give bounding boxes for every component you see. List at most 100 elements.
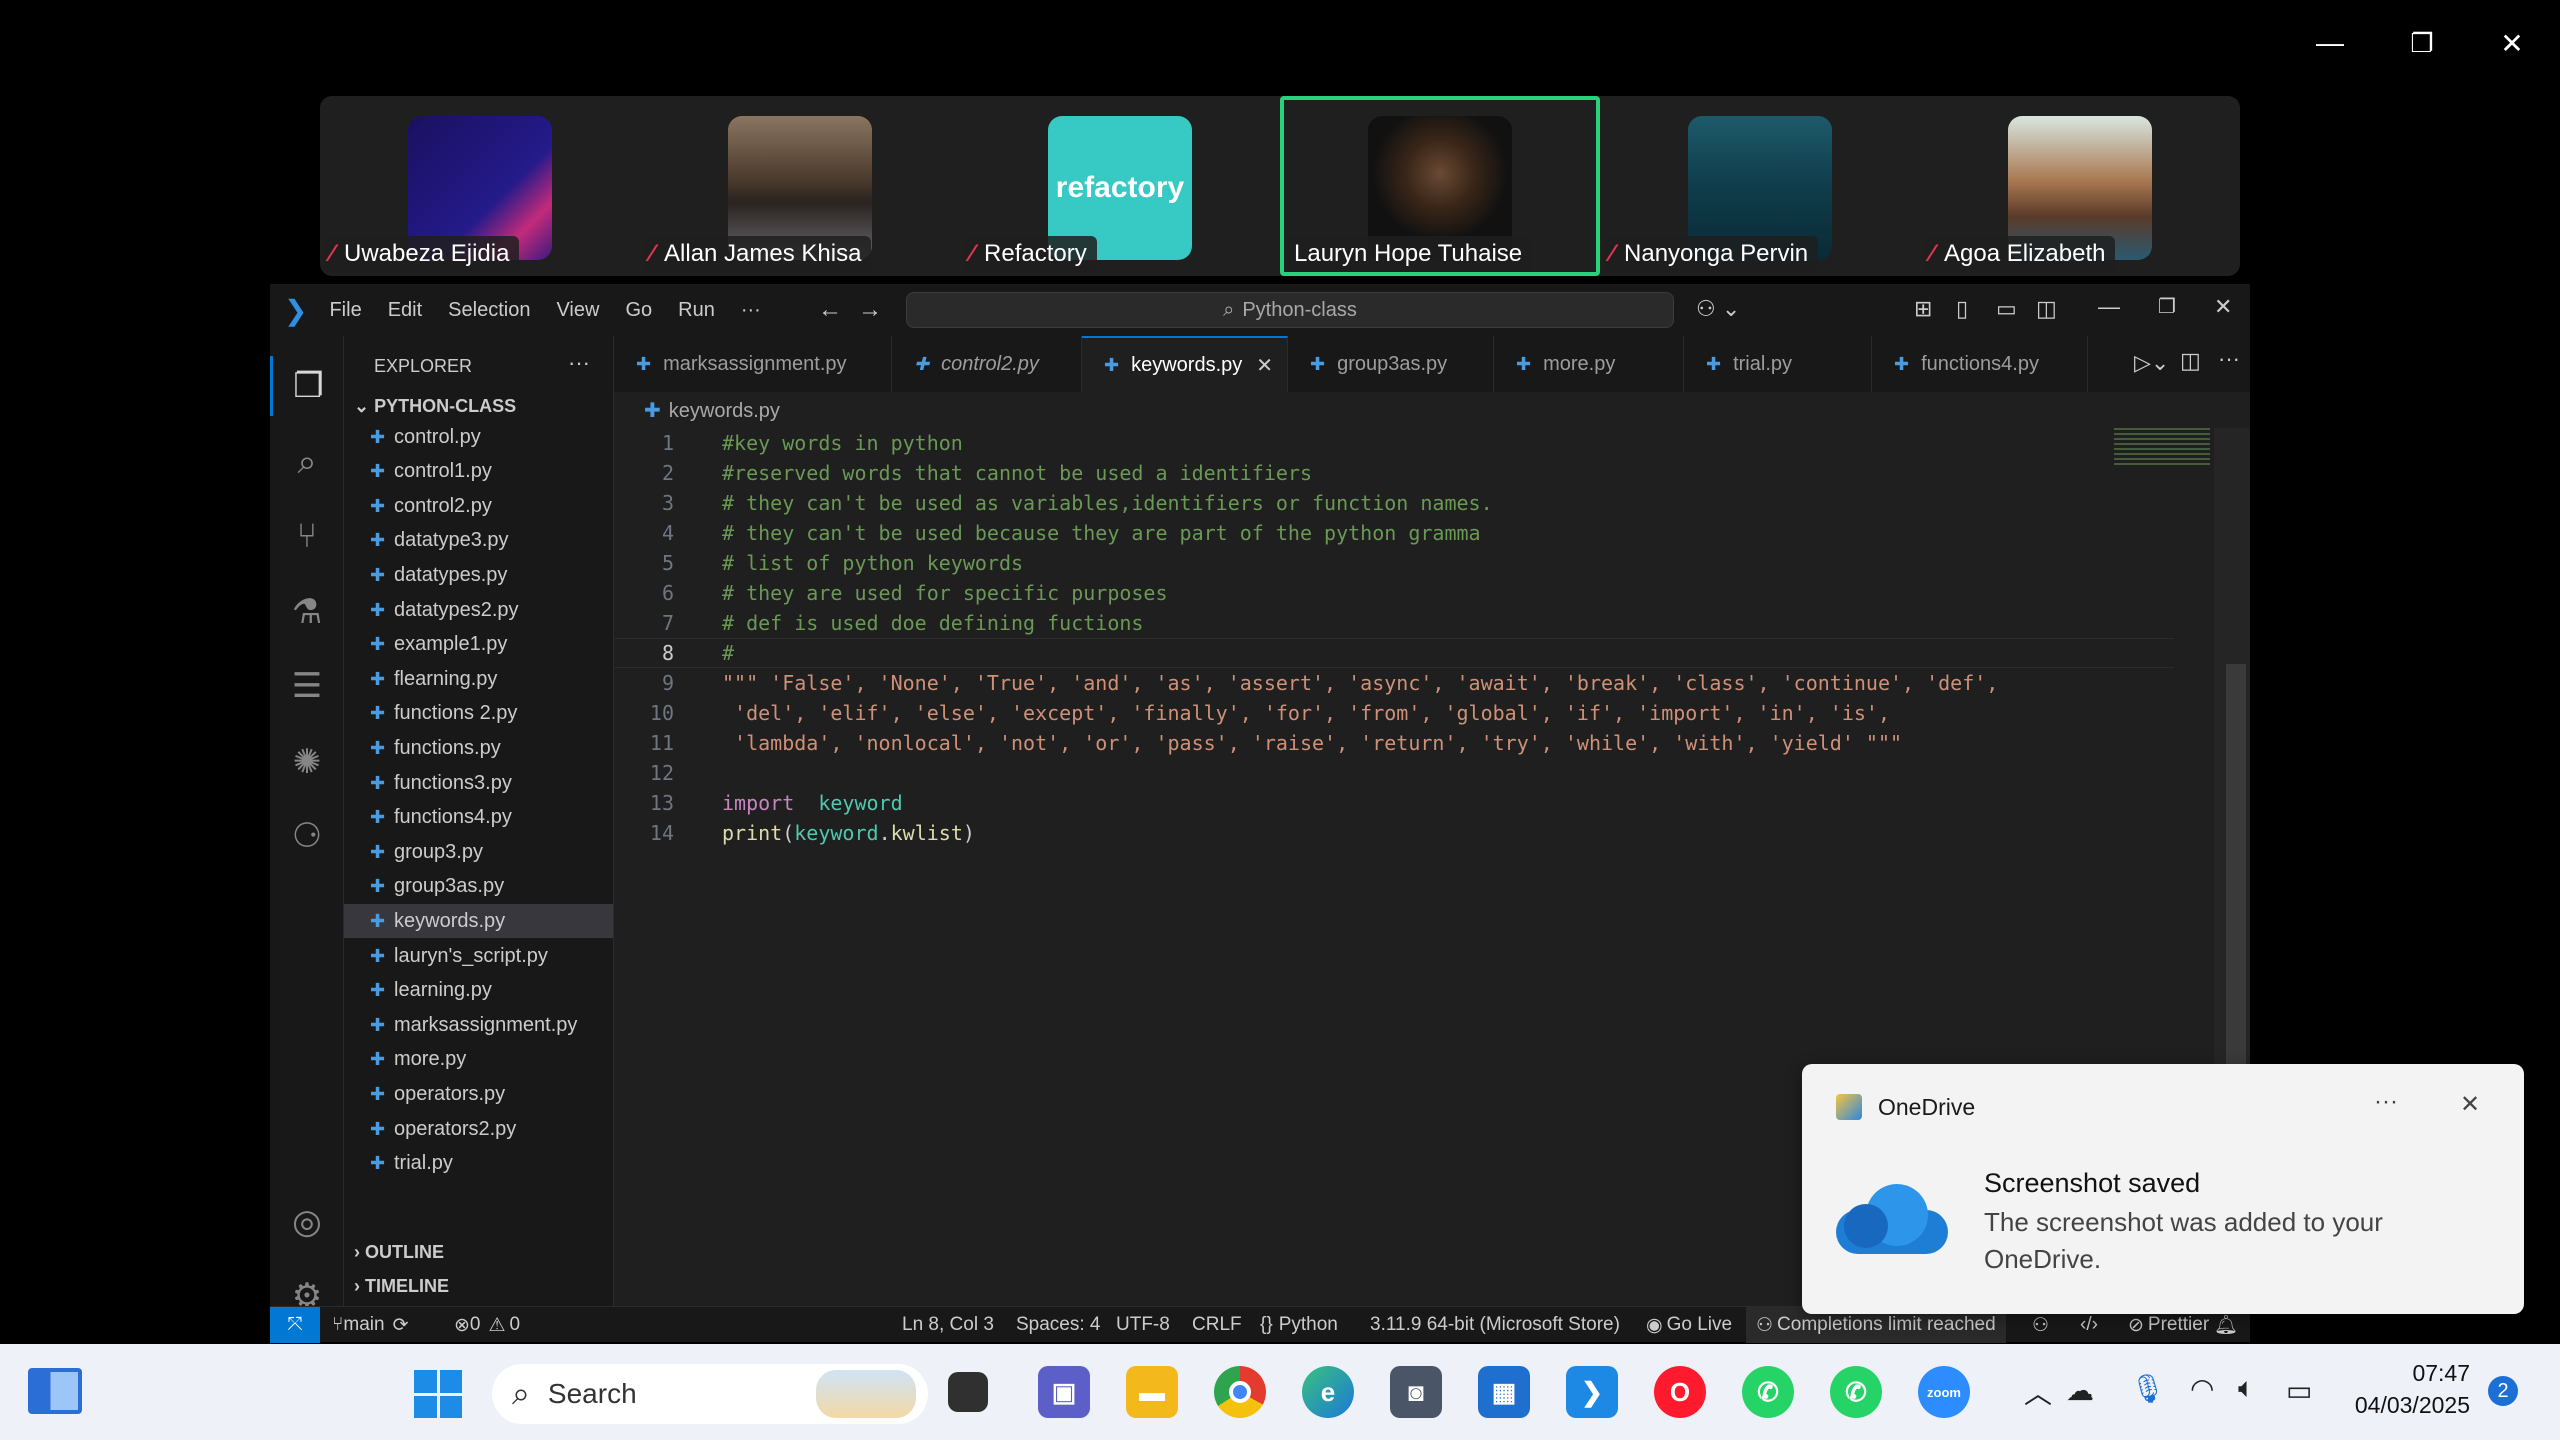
vscode-minimize-button[interactable]: — xyxy=(2098,294,2120,320)
file-item[interactable]: ✚ control1.py xyxy=(344,455,613,489)
file-item[interactable]: ✚ functions.py xyxy=(344,731,613,765)
menu-run[interactable]: Run xyxy=(678,299,715,322)
code-editor[interactable]: 1 #key words in python 2 #reserved words th… xyxy=(614,428,2174,1028)
vscode-close-button[interactable]: ✕ xyxy=(2214,294,2232,320)
code-line[interactable]: 3 # they can't be used as variables,ident… xyxy=(614,488,2174,518)
outline-section[interactable]: › OUTLINE xyxy=(354,1242,444,1263)
code-line[interactable]: 4 # they can't be used because they are p… xyxy=(614,518,2174,548)
file-item[interactable]: ✚ more.py xyxy=(344,1043,613,1077)
tab-group3as[interactable]: ✚ group3as.py xyxy=(1288,336,1494,392)
microphone-icon[interactable]: 🎙︎ xyxy=(2130,1372,2166,1405)
participant-tile[interactable]: ⁄ Allan James Khisa xyxy=(640,96,960,276)
battery-icon[interactable]: ▭ xyxy=(2286,1374,2312,1407)
file-item[interactable]: ✚ trial.py xyxy=(344,1147,613,1181)
menu-view[interactable]: View xyxy=(556,299,599,322)
folder-python-class[interactable]: ⌄ PYTHON-CLASS xyxy=(354,396,516,417)
minimap-preview[interactable] xyxy=(2114,428,2210,468)
search-icon[interactable]: ⌕ xyxy=(270,432,344,492)
file-item[interactable]: ✚ functions 2.py xyxy=(344,697,613,731)
code-line[interactable]: 10 'del', 'elif', 'else', 'except', 'fin… xyxy=(614,698,2174,728)
code-line[interactable]: 5 # list of python keywords xyxy=(614,548,2174,578)
file-item[interactable]: ✚ operators2.py xyxy=(344,1112,613,1146)
teams-chat-icon[interactable]: ▣ xyxy=(1038,1366,1090,1418)
file-item[interactable]: ✚ flearning.py xyxy=(344,662,613,696)
go-live-button[interactable]: ◉ Go Live xyxy=(1646,1307,1732,1343)
file-item[interactable]: ✚ functions3.py xyxy=(344,766,613,800)
file-item[interactable]: ✚ datatype3.py xyxy=(344,524,613,558)
copilot-icon[interactable]: ⚇ ⌄ xyxy=(1696,296,1740,322)
source-control-icon[interactable]: ⑂ xyxy=(270,506,344,566)
vscode-taskbar-icon[interactable]: ❯ xyxy=(1566,1366,1618,1418)
taskbar-search-input[interactable]: ⌕ Search xyxy=(492,1364,928,1424)
edge-icon[interactable]: e xyxy=(1302,1366,1354,1418)
file-item[interactable]: ✚ lauryn's_script.py xyxy=(344,939,613,973)
zoom-icon[interactable]: zoom xyxy=(1918,1366,1970,1418)
close-tab-icon[interactable]: ✕ xyxy=(1256,353,1273,378)
python-interpreter[interactable]: 3.11.9 64-bit (Microsoft Store) xyxy=(1370,1307,1620,1343)
file-item[interactable]: ✚ keywords.py xyxy=(344,904,613,939)
tab-control2[interactable]: ✚ control2.py xyxy=(892,336,1082,392)
file-item[interactable]: ✚ group3as.py xyxy=(344,870,613,904)
microsoft-store-icon[interactable]: ▦ xyxy=(1478,1366,1530,1418)
notification-count-badge[interactable]: 2 xyxy=(2488,1376,2518,1406)
file-explorer-icon[interactable]: ▬ xyxy=(1126,1366,1178,1418)
breadcrumb[interactable]: ✚ keywords.py xyxy=(644,398,780,423)
explorer-icon[interactable]: ❐ xyxy=(270,356,344,416)
participant-tile[interactable]: ⁄ Nanyonga Pervin xyxy=(1600,96,1920,276)
extension-settings-icon[interactable]: ✺ xyxy=(270,732,344,792)
split-editor-icon[interactable]: ◫ xyxy=(2180,348,2201,374)
wifi-icon[interactable]: ◠ xyxy=(2190,1372,2214,1405)
customize-layout-icon[interactable]: ⊞ xyxy=(1914,296,1932,322)
code-line[interactable]: 14 print(keyword. kwlist) xyxy=(614,818,2174,848)
outline-list-icon[interactable]: ☰ xyxy=(270,656,344,716)
scrollbar-track[interactable] xyxy=(2214,428,2250,1088)
back-arrow-icon[interactable]: ← xyxy=(818,296,842,324)
file-item[interactable]: ✚ datatypes.py xyxy=(344,558,613,592)
tab-trial[interactable]: ✚ trial.py xyxy=(1684,336,1872,392)
tab-functions4[interactable]: ✚ functions4.py xyxy=(1872,336,2088,392)
remote-indicator-icon[interactable]: ⤧ xyxy=(270,1307,320,1343)
task-view-icon[interactable] xyxy=(948,1372,988,1412)
code-line[interactable]: 11 'lambda', 'nonlocal', 'not', 'or', 'p… xyxy=(614,728,2174,758)
indentation[interactable]: Spaces: 4 xyxy=(1016,1307,1101,1343)
cursor-position[interactable]: Ln 8, Col 3 xyxy=(902,1307,994,1343)
toggle-panel-icon[interactable]: ▭ xyxy=(1996,296,2017,322)
vscode-restore-button[interactable]: ❐ xyxy=(2158,294,2176,319)
code-line[interactable]: 2 #reserved words that cannot be used a i… xyxy=(614,458,2174,488)
menu-go[interactable]: Go xyxy=(625,299,652,322)
remote-explorer-icon[interactable]: ⚆ xyxy=(270,806,344,866)
notification-more-button[interactable]: ··· xyxy=(2374,1088,2398,1116)
language-mode[interactable]: {} Python xyxy=(1260,1307,1338,1343)
participant-tile[interactable]: ⁄ Agoa Elizabeth xyxy=(1920,96,2240,276)
forward-arrow-icon[interactable]: → xyxy=(858,296,882,324)
file-item[interactable]: ✚ operators.py xyxy=(344,1077,613,1111)
tab-more[interactable]: ✚ more.py xyxy=(1494,336,1684,392)
notification-close-button[interactable]: ✕ xyxy=(2460,1090,2480,1119)
file-item[interactable]: ✚ control2.py xyxy=(344,489,613,523)
end-of-line[interactable]: CRLF xyxy=(1192,1307,1242,1343)
file-item[interactable]: ✚ learning.py xyxy=(344,974,613,1008)
run-python-icon[interactable]: ▷⌄ xyxy=(2134,350,2169,376)
scrollbar-thumb[interactable] xyxy=(2226,664,2246,1084)
start-button[interactable] xyxy=(414,1370,462,1418)
accounts-icon[interactable]: ◎ xyxy=(270,1192,344,1252)
command-center-search[interactable]: ⌕ Python-class xyxy=(906,292,1674,328)
whatsapp-business-icon[interactable]: ✆ xyxy=(1830,1366,1882,1418)
chevron-up-icon[interactable]: ︿ xyxy=(2024,1372,2052,1412)
menu-more[interactable]: ··· xyxy=(741,299,761,322)
code-line[interactable]: 8 # xyxy=(614,638,2174,668)
code-line[interactable]: 12 xyxy=(614,758,2174,788)
clock-date[interactable]: 04/03/2025 xyxy=(2346,1392,2470,1419)
code-line[interactable]: 9 """ 'False', 'None', 'True', 'and', 'as… xyxy=(614,668,2174,698)
whatsapp-icon[interactable]: ✆ xyxy=(1742,1366,1794,1418)
toggle-sidebar-icon[interactable]: ▯ xyxy=(1956,296,1968,322)
participant-tile-active[interactable]: Lauryn Hope Tuhaise xyxy=(1280,96,1600,276)
close-button[interactable]: ✕ xyxy=(2484,18,2540,68)
file-item[interactable]: ✚ functions4.py xyxy=(344,801,613,835)
tab-marksassignment[interactable]: ✚ marksassignment.py xyxy=(614,336,892,392)
file-item[interactable]: ✚ datatypes2.py xyxy=(344,593,613,627)
minimize-button[interactable]: — xyxy=(2302,18,2358,68)
testing-icon[interactable]: ⚗ xyxy=(270,582,344,642)
explorer-more-icon[interactable]: ··· xyxy=(568,350,590,376)
code-line[interactable]: 6 # they are used for specific purposes xyxy=(614,578,2174,608)
